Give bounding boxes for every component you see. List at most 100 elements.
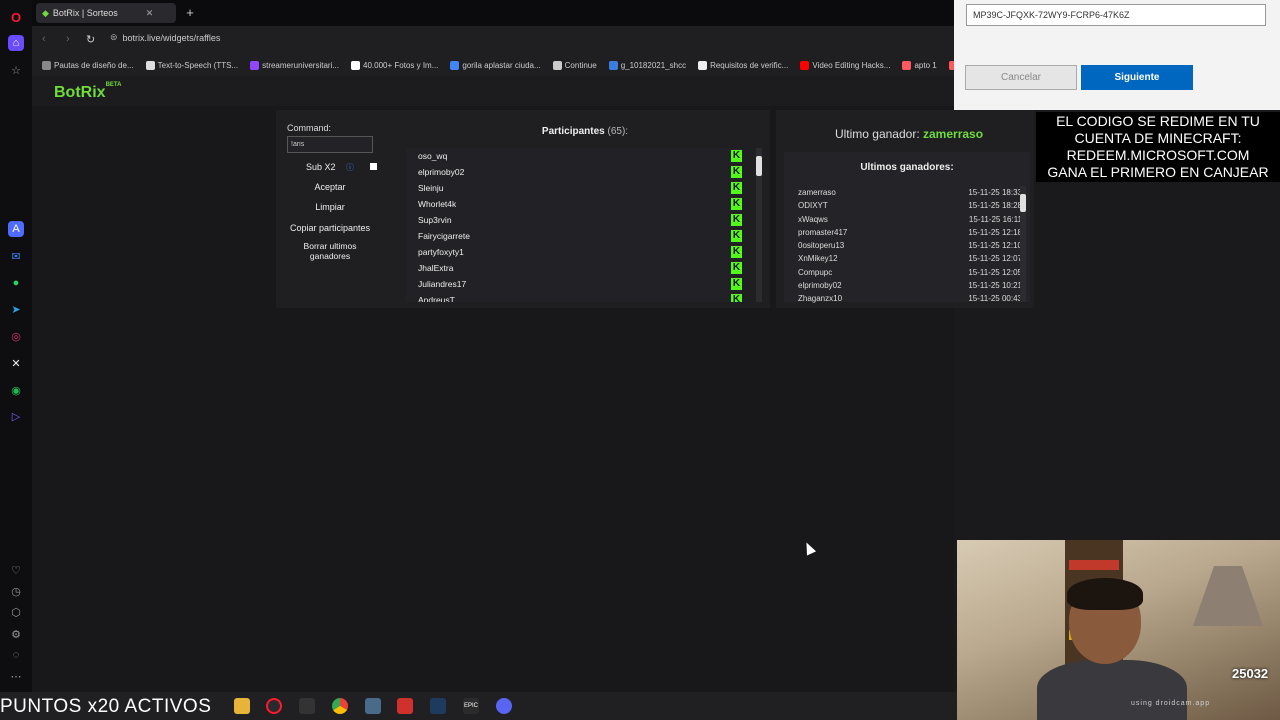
winner-name: promaster417	[798, 227, 848, 237]
bookmark-label: 40.000+ Fotos y Im...	[363, 60, 439, 70]
copy-participants-button[interactable]: Copiar participantes	[287, 223, 373, 233]
opera-taskbar-icon[interactable]	[266, 698, 282, 714]
kick-icon: K	[731, 246, 742, 258]
forward-icon[interactable]: ›	[66, 33, 70, 45]
participant-row[interactable]: Sleinju K	[406, 180, 742, 196]
winners-list[interactable]: zamerraso 15-11-25 18:33 ODIXYT 15-11-25 18…	[792, 186, 1022, 304]
bookmark-favicon-icon	[450, 60, 460, 70]
file-explorer-icon[interactable]	[234, 698, 250, 714]
winner-time: 15-11-25 10:21	[968, 281, 1022, 291]
site-info-icon[interactable]: ⊜	[110, 32, 118, 43]
sub-x2-checkbox[interactable]	[370, 163, 377, 170]
participant-name: Fairycigarrete	[418, 231, 470, 241]
bookmark-item[interactable]: Requisitos de verific...	[698, 60, 788, 70]
webcam-feed: 25032 using droidcam.app	[957, 540, 1280, 720]
bookmark-item[interactable]: Text-to-Speech (TTS...	[145, 60, 238, 70]
participants-title: Participantes (65):	[420, 126, 750, 137]
participant-row[interactable]: partyfoxyty1 K	[406, 244, 742, 260]
sub-x2-option[interactable]: Sub X2 ⓘ	[287, 162, 373, 173]
discord-icon[interactable]	[496, 698, 512, 714]
botrix-logo[interactable]: BotRixBETA	[54, 82, 121, 102]
delete-winners-button[interactable]: Borrar ultimos ganadores	[287, 241, 373, 261]
spotify-icon[interactable]: ◉	[8, 382, 24, 398]
bookmark-item[interactable]: 40.000+ Fotos y Im...	[351, 60, 439, 70]
botrix-page: BotRixBETA Command: Sub X2 ⓘ Aceptar Lim…	[32, 76, 1034, 692]
bookmark-item[interactable]: apto 1	[902, 60, 937, 70]
vscode-icon[interactable]	[430, 698, 446, 714]
participant-row[interactable]: Fairycigarrete K	[406, 228, 742, 244]
participant-row[interactable]: AndreusT K	[406, 292, 742, 302]
bookmark-favicon-icon	[902, 60, 912, 70]
tab-botrix[interactable]: ◆ BotRix | Sorteos ✕	[36, 3, 176, 23]
epic-games-icon[interactable]: EPIC	[463, 698, 479, 714]
participant-row[interactable]: elprimoby02 K	[406, 164, 742, 180]
star-icon[interactable]: ☆	[8, 62, 24, 78]
winner-time: 15-11-25 12:10	[968, 241, 1022, 251]
bookmark-label: streameruniversitari...	[262, 60, 340, 70]
instagram-icon[interactable]: ◎	[8, 328, 24, 344]
lightbulb-icon[interactable]: ◌	[8, 647, 24, 663]
bookmark-item[interactable]: gorila aplastar ciuda...	[450, 60, 541, 70]
code-input[interactable]	[966, 4, 1266, 26]
cancel-button[interactable]: Cancelar	[965, 65, 1077, 90]
more-icon[interactable]: ⋯	[8, 668, 24, 684]
opera-logo-icon[interactable]: O	[8, 9, 24, 25]
participant-name: partyfoxyty1	[418, 247, 464, 257]
kick-icon: K	[731, 262, 742, 274]
url-field[interactable]: ⊜ botrix.live/widgets/raffles	[110, 32, 220, 43]
participant-name: elprimoby02	[418, 167, 465, 177]
winner-time: 15-11-25 12:05	[968, 267, 1022, 277]
bookmark-item[interactable]: Pautas de diseño de...	[42, 60, 134, 70]
command-input[interactable]	[287, 136, 373, 153]
reload-icon[interactable]: ↻	[86, 33, 95, 46]
participant-row[interactable]: oso_wq K	[406, 148, 742, 164]
tab-close-icon[interactable]: ✕	[146, 8, 154, 19]
info-icon[interactable]: ⓘ	[346, 163, 354, 172]
participant-row[interactable]: Juliandres17 K	[406, 276, 742, 292]
bookmark-item[interactable]: g_10182021_shcc	[608, 60, 687, 70]
winner-row: ODIXYT 15-11-25 18:28	[792, 199, 1022, 212]
clear-button[interactable]: Limpiar	[287, 202, 373, 212]
participants-list[interactable]: oso_wq Kelprimoby02 K Sleinju K Whorlet4k K Sup…	[406, 148, 742, 302]
whatsapp-icon[interactable]: ●	[8, 275, 24, 291]
x-twitter-icon[interactable]: ✕	[8, 355, 24, 371]
bookmark-label: g_10182021_shcc	[620, 60, 687, 70]
points-banner: PUNTOS x20 ACTIVOS	[0, 696, 212, 717]
participant-row[interactable]: Whorlet4k K	[406, 196, 742, 212]
kick-icon: K	[731, 278, 742, 290]
heart-icon[interactable]: ♡	[8, 562, 24, 578]
winners-scroll-thumb[interactable]	[1020, 194, 1026, 212]
last-winner: Ultimo ganador: zamerraso	[784, 127, 1034, 141]
participants-scroll-thumb[interactable]	[756, 156, 762, 176]
accept-button[interactable]: Aceptar	[287, 182, 373, 192]
participant-row[interactable]: Sup3rvin K	[406, 212, 742, 228]
bookmark-favicon-icon	[608, 60, 618, 70]
droidcam-watermark: using droidcam.app	[1131, 700, 1211, 707]
bookmark-label: Video Editing Hacks...	[812, 60, 891, 70]
player-icon[interactable]: ▷	[8, 408, 24, 424]
points-counter: 25032	[1232, 666, 1269, 681]
chrome-icon[interactable]	[332, 698, 348, 714]
participant-row[interactable]: JhalExtra K	[406, 260, 742, 276]
bookmark-item[interactable]: Continue	[552, 60, 597, 70]
aria-icon[interactable]: A	[8, 221, 24, 237]
history-icon[interactable]: ◷	[8, 583, 24, 599]
home-icon[interactable]: ⌂	[8, 35, 24, 51]
tab-favicon-icon: ◆	[42, 7, 49, 18]
bookmark-item[interactable]: streameruniversitari...	[250, 60, 340, 70]
winners-scrollbar[interactable]	[1020, 186, 1026, 302]
app-icon-1[interactable]	[299, 698, 315, 714]
messenger-icon[interactable]: ✉	[8, 248, 24, 264]
app-icon-2[interactable]	[365, 698, 381, 714]
new-tab-icon[interactable]: +	[182, 5, 198, 21]
settings-icon[interactable]: ⚙	[8, 626, 24, 642]
last-winner-label: Ultimo ganador:	[834, 127, 920, 141]
telegram-icon[interactable]: ➤	[8, 301, 24, 317]
app-icon-3[interactable]	[397, 698, 413, 714]
next-button[interactable]: Siguiente	[1081, 65, 1193, 90]
back-icon[interactable]: ‹	[42, 33, 46, 45]
bookmark-item[interactable]: Video Editing Hacks...	[800, 60, 891, 70]
winner-time: 15-11-25 18:33	[968, 188, 1022, 197]
box-icon[interactable]: ⬡	[8, 604, 24, 620]
participants-scrollbar[interactable]	[756, 148, 762, 302]
